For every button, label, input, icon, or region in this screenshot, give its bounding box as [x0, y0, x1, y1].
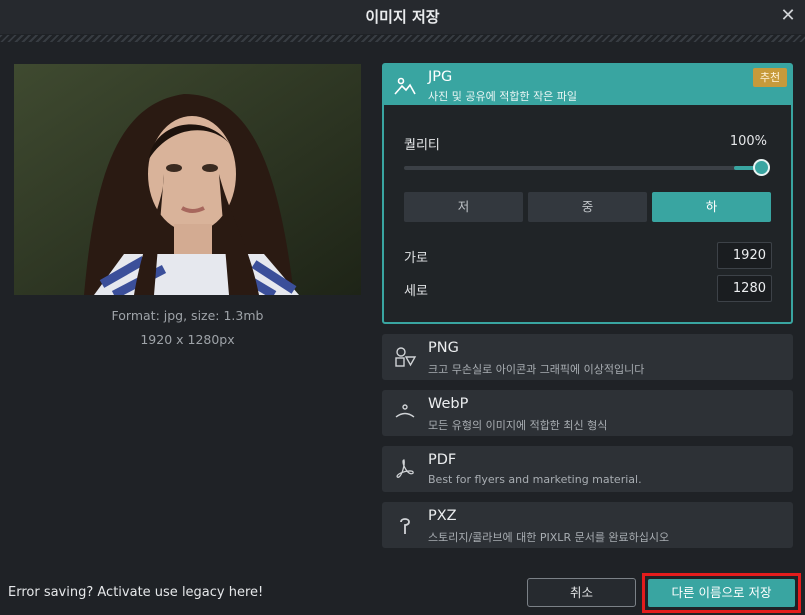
- recommended-badge: 추천: [753, 68, 787, 87]
- header-divider: [0, 35, 805, 42]
- quality-slider-handle[interactable]: [753, 159, 770, 176]
- pixlr-icon: [400, 518, 410, 534]
- shapes-icon: [395, 347, 417, 367]
- format-option-jpg[interactable]: JPG 사진 및 공유에 적합한 작은 파일 추천 퀄리티 100% 저 중 하…: [382, 63, 793, 324]
- format-option-png[interactable]: PNG 크고 무손실로 아이콘과 그래픽에 이상적입니다: [382, 334, 793, 380]
- format-option-pxz[interactable]: PXZ 스토리지/콜라브에 대한 PIXLR 문서를 완료하십시오: [382, 502, 793, 548]
- height-input[interactable]: 1280: [717, 275, 772, 302]
- jpg-name: JPG: [428, 69, 453, 85]
- pdf-description: Best for flyers and marketing material.: [428, 473, 642, 486]
- file-dimensions-info: 1920 x 1280px: [140, 332, 235, 347]
- close-icon[interactable]: ✕: [777, 5, 799, 27]
- quality-slider-track[interactable]: [404, 166, 764, 170]
- save-as-highlight: 다른 이름으로 저장: [642, 573, 801, 613]
- pdf-icon: [396, 459, 414, 478]
- format-option-pdf[interactable]: PDF Best for flyers and marketing materi…: [382, 446, 793, 492]
- png-name: PNG: [428, 340, 459, 356]
- image-preview: [14, 64, 361, 295]
- format-option-webp[interactable]: WebP 모든 유형의 이미지에 적합한 최신 형식: [382, 390, 793, 436]
- smile-icon: [395, 404, 415, 418]
- legacy-save-link[interactable]: Error saving? Activate use legacy here!: [8, 585, 263, 600]
- webp-description: 모든 유형의 이미지에 적합한 최신 형식: [428, 419, 608, 432]
- width-label: 가로: [404, 251, 428, 266]
- quality-value: 100%: [729, 134, 767, 149]
- preset-high-button[interactable]: 하: [652, 192, 771, 222]
- save-as-button[interactable]: 다른 이름으로 저장: [648, 579, 795, 607]
- width-input[interactable]: 1920: [717, 242, 772, 269]
- cancel-button[interactable]: 취소: [527, 578, 636, 607]
- jpg-description: 사진 및 공유에 적합한 작은 파일: [428, 90, 578, 103]
- dialog-titlebar: 이미지 저장 ✕: [0, 0, 805, 34]
- pxz-description: 스토리지/콜라브에 대한 PIXLR 문서를 완료하십시오: [428, 531, 670, 544]
- quality-label: 퀄리티: [404, 138, 440, 153]
- pxz-name: PXZ: [428, 508, 457, 524]
- webp-name: WebP: [428, 396, 469, 412]
- jpg-header[interactable]: JPG 사진 및 공유에 적합한 작은 파일 추천: [384, 65, 791, 105]
- image-icon: [394, 77, 416, 95]
- preset-low-button[interactable]: 저: [404, 192, 523, 222]
- portrait-image: [14, 64, 361, 295]
- height-label: 세로: [404, 284, 428, 299]
- preset-medium-button[interactable]: 중: [528, 192, 647, 222]
- png-description: 크고 무손실로 아이콘과 그래픽에 이상적입니다: [428, 363, 645, 376]
- pdf-name: PDF: [428, 452, 457, 468]
- file-format-info: Format: jpg, size: 1.3mb: [111, 308, 264, 323]
- dialog-title: 이미지 저장: [365, 8, 440, 26]
